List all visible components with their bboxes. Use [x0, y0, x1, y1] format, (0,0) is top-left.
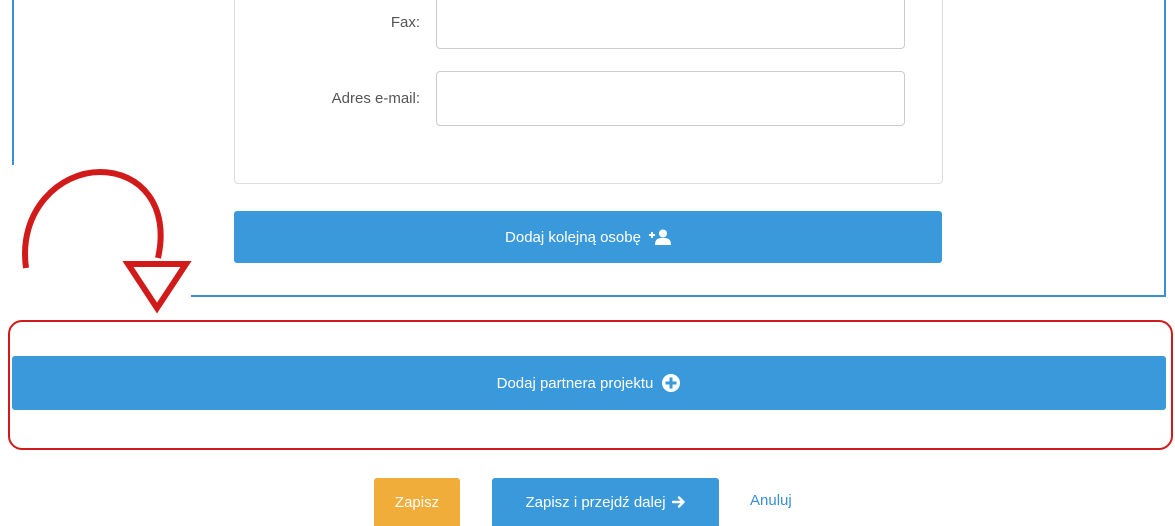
- frame-border-left: [12, 0, 14, 165]
- save-button[interactable]: Zapisz: [374, 478, 460, 526]
- fax-label: Fax:: [390, 14, 420, 31]
- user-plus-icon: [648, 229, 671, 245]
- annotation-highlight-box: [8, 320, 1173, 450]
- curved-arrow-annotation: [22, 168, 192, 314]
- add-person-label: Dodaj kolejną osobę: [505, 228, 641, 246]
- add-person-button[interactable]: Dodaj kolejną osobę: [234, 211, 942, 263]
- save-and-continue-button[interactable]: Zapisz i przejdź dalej: [492, 478, 719, 526]
- cancel-link[interactable]: Anuluj: [750, 492, 792, 509]
- email-label: Adres e-mail:: [331, 90, 420, 107]
- fax-input[interactable]: [436, 0, 905, 49]
- arrow-right-icon: [671, 495, 686, 509]
- frame-border-bottom: [191, 295, 1166, 297]
- save-and-continue-label: Zapisz i przejdź dalej: [525, 493, 666, 511]
- email-input[interactable]: [436, 71, 905, 126]
- frame-border-right: [1164, 0, 1166, 297]
